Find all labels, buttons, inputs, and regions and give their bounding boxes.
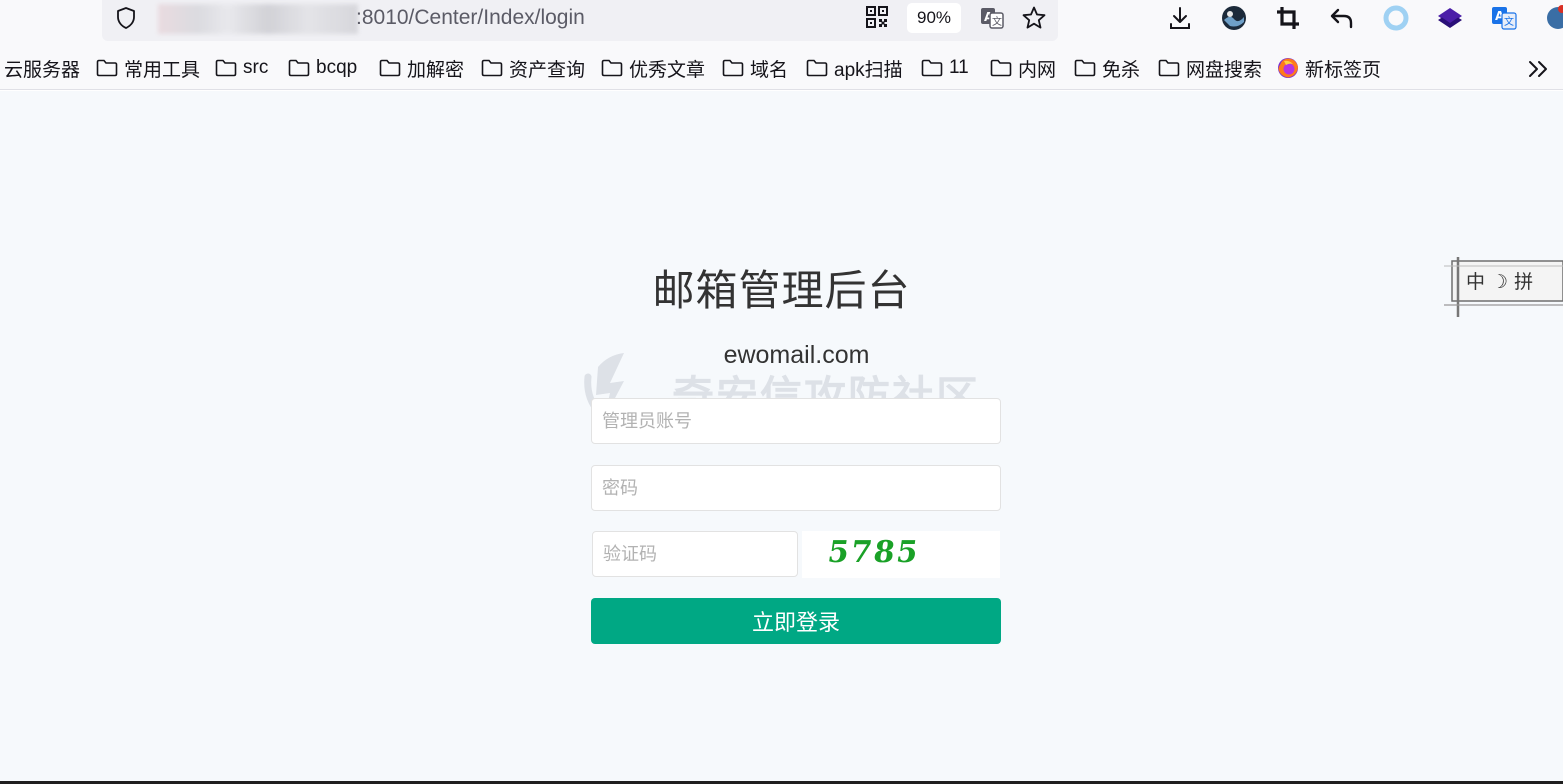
bookmark-item[interactable]: 云服务器 [4,54,80,82]
url-text[interactable]: :8010/Center/Index/login [356,5,585,31]
folder-icon [481,59,503,77]
folder-icon [722,59,744,77]
svg-text:文: 文 [992,15,1002,28]
qr-code-icon[interactable] [866,6,888,28]
layers-extension-icon[interactable] [1436,4,1464,32]
folder-icon [1158,59,1180,77]
bookmarks-bar: 云服务器 常用工具 src bcqp 加解密 资产查询 优秀文章 域名 apk扫… [0,46,1563,90]
zoom-level-button[interactable]: 90% [907,3,961,33]
bookmark-folder[interactable]: 常用工具 [96,54,200,82]
ime-toolbar[interactable]: 中 ☽ 拼 [1444,257,1563,317]
bookmark-label: 云服务器 [4,59,81,81]
ime-label: 中 ☽ 拼 [1466,271,1533,293]
login-button[interactable]: 立即登录 [591,598,1001,644]
folder-icon [990,59,1012,77]
bookmark-label: bcqp [316,57,358,78]
folder-icon [921,59,943,77]
ring-extension-icon[interactable] [1382,4,1410,32]
translate-icon[interactable]: A 文 [979,5,1005,31]
captcha-image[interactable]: 5785 [802,531,1000,578]
bookmark-label: 新标签页 [1305,59,1382,81]
bookmark-folder[interactable]: 内网 [990,54,1056,82]
folder-icon [288,59,310,77]
bookmark-folder[interactable]: 资产查询 [481,54,585,82]
translator-extension-icon[interactable]: A 文 [1490,4,1518,32]
bookmark-label: 加解密 [407,59,465,81]
bookmark-folder[interactable]: 加解密 [379,54,464,82]
username-field[interactable] [591,398,1001,444]
bookmark-label: 网盘搜索 [1186,59,1263,81]
folder-icon [215,59,237,77]
password-field[interactable] [591,465,1001,511]
bookmark-star-icon[interactable] [1021,5,1047,31]
bookmark-folder[interactable]: 网盘搜索 [1158,54,1262,82]
crop-icon[interactable] [1274,4,1302,32]
bookmark-folder[interactable]: 域名 [722,54,788,82]
bookmark-label: apk扫描 [834,59,903,81]
bookmark-label: 常用工具 [124,59,201,81]
shield-icon[interactable] [113,5,139,31]
bookmark-folder[interactable]: 优秀文章 [601,54,705,82]
folder-icon [1074,59,1096,77]
bookmark-label: 内网 [1018,59,1057,81]
undo-icon[interactable] [1328,4,1356,32]
folder-icon [379,59,401,77]
bookmark-label: 优秀文章 [629,59,706,81]
account-globe-icon[interactable] [1544,4,1563,32]
page-title: 邮箱管理后台 [652,267,911,314]
redacted-host [158,4,358,34]
browser-toolbar: :8010/Center/Index/login 90% A 文 A 文 [0,0,1563,46]
bookmark-folder[interactable]: bcqp [288,54,357,82]
extension-globe-icon[interactable] [1220,4,1248,32]
captcha-code: 5785 [825,535,922,570]
download-icon[interactable] [1166,4,1194,32]
bookmark-label: 11 [949,57,969,78]
bookmark-folder[interactable]: apk扫描 [806,54,903,82]
chevron-double-right-icon[interactable] [1526,58,1552,80]
svg-text:文: 文 [1504,15,1514,28]
bookmark-folder[interactable]: src [215,54,268,82]
captcha-field[interactable] [592,531,798,577]
bookmark-item[interactable]: 新标签页 [1277,54,1381,82]
firefox-icon [1278,58,1298,78]
folder-icon [806,59,828,77]
bookmark-label: src [243,57,269,78]
folder-icon [601,59,623,77]
bookmark-folder[interactable]: 免杀 [1074,54,1140,82]
bookmark-folder[interactable]: 11 [921,54,969,82]
bookmark-label: 域名 [750,59,789,81]
folder-icon [96,59,118,77]
bookmark-label: 资产查询 [509,59,586,81]
login-page: 邮箱管理后台 ewomail.com 奇安信攻防社区 5785 立即登录 中 ☽… [0,91,1563,784]
bookmark-label: 免杀 [1102,59,1141,81]
